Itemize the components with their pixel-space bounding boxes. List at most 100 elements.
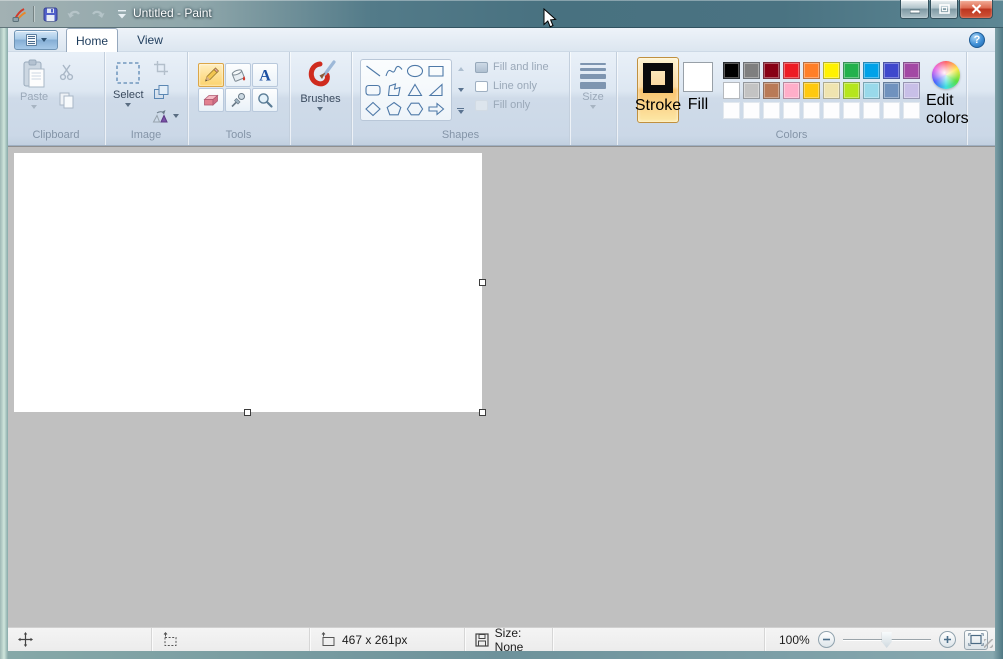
- canvas-resize-handle-bottom[interactable]: [244, 409, 251, 416]
- size-icon: [580, 63, 606, 89]
- empty-color-slot[interactable]: [903, 102, 920, 119]
- shape-triangle[interactable]: [404, 80, 425, 99]
- shape-right-triangle[interactable]: [425, 80, 446, 99]
- application-menu-button[interactable]: [14, 30, 58, 50]
- crop-button[interactable]: [150, 57, 172, 79]
- copy-button[interactable]: [56, 89, 78, 111]
- paint-window: Untitled - Paint Home View: [0, 0, 1003, 659]
- stroke-color-button[interactable]: Stroke: [637, 57, 679, 123]
- minimize-button[interactable]: [900, 0, 929, 19]
- rotate-button[interactable]: [150, 105, 180, 127]
- shape-oval[interactable]: [404, 61, 425, 80]
- empty-color-slot[interactable]: [783, 102, 800, 119]
- shape-rounded-rectangle[interactable]: [362, 80, 383, 99]
- size-button[interactable]: Size: [580, 57, 606, 129]
- color-swatch[interactable]: [723, 82, 740, 99]
- color-swatch[interactable]: [823, 82, 840, 99]
- tool-color-picker[interactable]: [225, 88, 251, 112]
- empty-color-slot[interactable]: [883, 102, 900, 119]
- color-swatch[interactable]: [863, 82, 880, 99]
- empty-color-slot[interactable]: [803, 102, 820, 119]
- option-fill-and-line[interactable]: Fill and line: [475, 61, 549, 73]
- color-swatch[interactable]: [783, 62, 800, 79]
- maximize-button[interactable]: [930, 0, 958, 19]
- shape-diamond[interactable]: [362, 99, 383, 118]
- shapes-scroll-down-button[interactable]: [454, 80, 467, 100]
- shape-hexagon[interactable]: [404, 99, 425, 118]
- shape-triangle-icon: [405, 80, 425, 99]
- resize-button[interactable]: [150, 81, 172, 103]
- close-button[interactable]: [959, 0, 993, 19]
- color-swatch[interactable]: [843, 62, 860, 79]
- shape-polygon[interactable]: [383, 80, 404, 99]
- shape-pentagon[interactable]: [383, 99, 404, 118]
- option-line-only[interactable]: Line only: [475, 80, 549, 92]
- color-swatch[interactable]: [803, 62, 820, 79]
- empty-color-slot[interactable]: [743, 102, 760, 119]
- shape-curve[interactable]: [383, 61, 404, 80]
- empty-color-slot[interactable]: [843, 102, 860, 119]
- tab-view[interactable]: View: [124, 28, 176, 52]
- color-swatch[interactable]: [783, 82, 800, 99]
- paste-button[interactable]: Paste: [20, 57, 48, 129]
- zoom-slider-thumb[interactable]: [882, 632, 892, 648]
- color-swatch[interactable]: [903, 82, 920, 99]
- color-swatch[interactable]: [843, 82, 860, 99]
- selection-size-icon: [162, 632, 178, 647]
- tool-eraser[interactable]: [198, 88, 224, 112]
- status-file-size: Size: None: [465, 628, 553, 651]
- empty-color-slot[interactable]: [823, 102, 840, 119]
- title-bar[interactable]: Untitled - Paint: [0, 0, 1003, 28]
- paste-dropdown-icon: [31, 105, 37, 109]
- shapes-more-button[interactable]: [454, 101, 467, 121]
- color-swatch[interactable]: [743, 82, 760, 99]
- fill-swatch: [683, 62, 713, 92]
- color-swatch[interactable]: [763, 82, 780, 99]
- select-button[interactable]: Select: [113, 57, 144, 129]
- redo-icon[interactable]: [89, 5, 107, 23]
- canvas-resize-handle-right[interactable]: [479, 279, 486, 286]
- tab-home[interactable]: Home: [66, 28, 118, 52]
- color-swatch[interactable]: [723, 62, 740, 79]
- shapes-scroll-up-button[interactable]: [454, 59, 467, 79]
- option-fill-only[interactable]: Fill only: [475, 99, 549, 111]
- canvas-resize-handle-corner[interactable]: [479, 409, 486, 416]
- zoom-in-button[interactable]: [939, 631, 956, 648]
- color-swatch[interactable]: [863, 62, 880, 79]
- drawing-canvas[interactable]: [14, 153, 482, 412]
- shape-line[interactable]: [362, 61, 383, 80]
- shape-rectangle[interactable]: [425, 61, 446, 80]
- paint-app-icon[interactable]: [10, 5, 28, 23]
- cut-button[interactable]: [56, 61, 78, 83]
- save-icon[interactable]: [41, 5, 59, 23]
- empty-color-slot[interactable]: [723, 102, 740, 119]
- color-swatch[interactable]: [763, 62, 780, 79]
- fill-color-button[interactable]: Fill: [681, 57, 715, 123]
- resize-grip[interactable]: [984, 639, 993, 648]
- brushes-button[interactable]: Brushes: [300, 57, 340, 129]
- color-swatch[interactable]: [823, 62, 840, 79]
- shapes-group-label: Shapes: [352, 129, 569, 145]
- zoom-out-button[interactable]: [818, 631, 835, 648]
- shape-right-arrow[interactable]: [425, 99, 446, 118]
- zoom-slider[interactable]: [843, 631, 931, 648]
- help-icon[interactable]: ?: [969, 32, 985, 48]
- color-swatch[interactable]: [883, 82, 900, 99]
- shape-curve-icon: [384, 61, 404, 80]
- qat-dropdown-icon[interactable]: [113, 5, 131, 23]
- minus-icon: [822, 635, 831, 644]
- color-swatch[interactable]: [743, 62, 760, 79]
- tool-fill-with-color[interactable]: [225, 63, 251, 87]
- shape-hexagon-icon: [405, 99, 425, 118]
- tool-pencil[interactable]: [198, 63, 224, 87]
- edit-colors-button[interactable]: Edit colors: [926, 57, 966, 129]
- empty-color-slot[interactable]: [863, 102, 880, 119]
- empty-color-slot[interactable]: [763, 102, 780, 119]
- tool-magnifier[interactable]: [252, 88, 278, 112]
- color-swatch[interactable]: [903, 62, 920, 79]
- color-swatch[interactable]: [803, 82, 820, 99]
- fill-and-line-icon: [475, 62, 488, 73]
- undo-icon[interactable]: [65, 5, 83, 23]
- color-swatch[interactable]: [883, 62, 900, 79]
- tool-text[interactable]: A: [252, 63, 278, 87]
